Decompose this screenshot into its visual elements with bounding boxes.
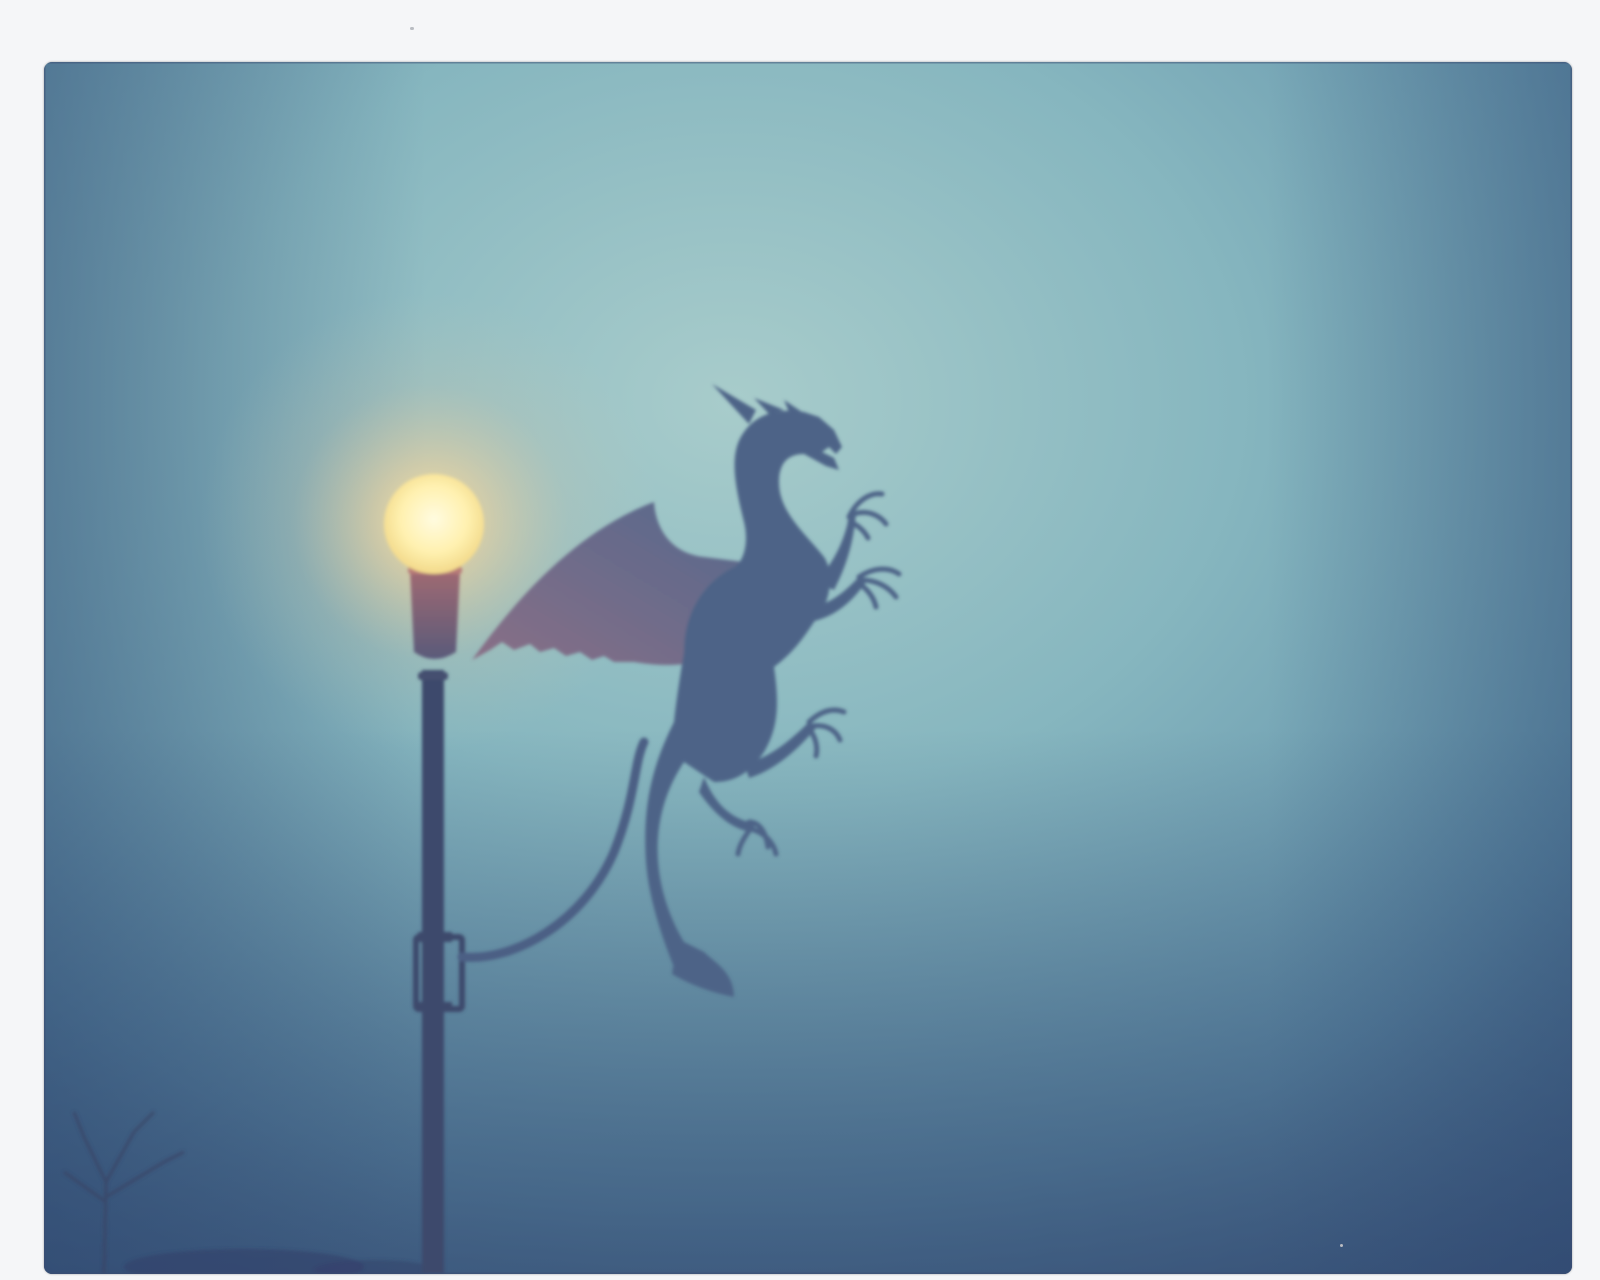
photo bbox=[44, 62, 1572, 1274]
photo-scene bbox=[44, 62, 1572, 1274]
lamp-bulb bbox=[384, 474, 484, 574]
dust-speck bbox=[1340, 1244, 1343, 1247]
lamp-fixture bbox=[410, 570, 460, 659]
polaroid-print bbox=[0, 0, 1600, 1280]
dust-speck bbox=[410, 27, 414, 30]
lamp-pole bbox=[422, 670, 444, 1274]
